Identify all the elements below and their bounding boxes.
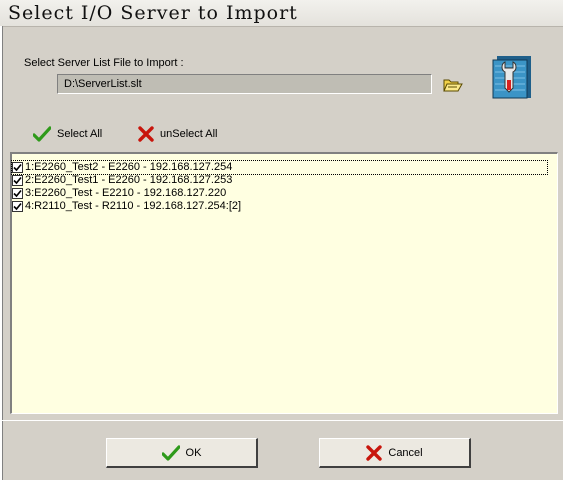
folder-open-icon: [443, 79, 463, 92]
cancel-label: Cancel: [388, 446, 423, 459]
red-cross-icon: [366, 444, 383, 461]
server-checkbox[interactable]: [12, 162, 23, 173]
server-checkbox[interactable]: [12, 201, 23, 212]
green-check-icon: [33, 126, 51, 142]
checkmark-icon: [13, 176, 22, 185]
server-label: 4:R2110_Test - R2110 - 192.168.127.254:[…: [25, 200, 242, 212]
import-server-dialog: Select I/O Server to Import Select Serve…: [0, 0, 563, 480]
ok-button[interactable]: OK: [106, 438, 258, 468]
checkmark-icon: [13, 189, 22, 198]
server-label: 2:E2260_Test1 - E2260 - 192.168.127.253: [25, 174, 233, 186]
window-left-border: [0, 26, 3, 480]
server-checkbox[interactable]: [12, 175, 23, 186]
select-all-button[interactable]: Select All: [33, 124, 102, 144]
unselect-all-button[interactable]: unSelect All: [138, 124, 217, 144]
server-checkbox[interactable]: [12, 188, 23, 199]
server-list-path-field[interactable]: D:\ServerList.slt: [57, 74, 432, 94]
tools-wrench-icon: [491, 52, 533, 100]
server-list-item[interactable]: 4:R2110_Test - R2110 - 192.168.127.254:[…: [12, 200, 241, 213]
server-list-item[interactable]: 1:E2260_Test2 - E2260 - 192.168.127.254: [11, 160, 548, 175]
server-list-file-label: Select Server List File to Import :: [24, 57, 184, 69]
server-label: 3:E2260_Test - E2210 - 192.168.127.220: [25, 187, 227, 199]
red-cross-icon: [138, 126, 154, 142]
green-check-icon: [161, 444, 180, 461]
server-list-item[interactable]: 2:E2260_Test1 - E2260 - 192.168.127.253: [12, 174, 232, 187]
ok-label: OK: [185, 446, 202, 459]
server-list-item[interactable]: 3:E2260_Test - E2210 - 192.168.127.220: [12, 187, 226, 200]
window-title: Select I/O Server to Import: [8, 2, 298, 24]
server-label: 1:E2260_Test2 - E2260 - 192.168.127.254: [25, 161, 233, 173]
checkmark-icon: [13, 163, 22, 172]
title-bar[interactable]: Select I/O Server to Import: [0, 0, 563, 27]
dialog-button-bar: [0, 420, 563, 480]
checkmark-icon: [13, 202, 22, 211]
cancel-button[interactable]: Cancel: [319, 438, 471, 468]
browse-file-button[interactable]: [443, 76, 463, 94]
unselect-all-label: unSelect All: [160, 128, 218, 140]
select-all-label: Select All: [57, 128, 103, 140]
